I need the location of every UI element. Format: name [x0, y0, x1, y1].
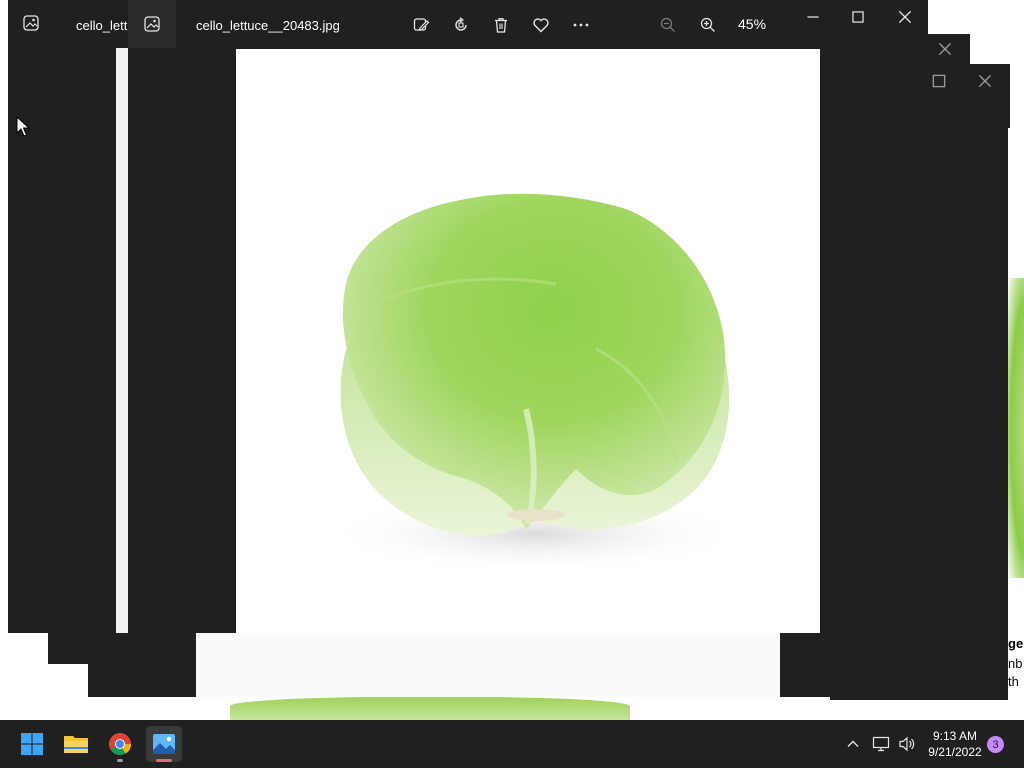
background-window-3 [88, 630, 888, 697]
heart-icon [533, 18, 549, 33]
clock-date: 9/21/2022 [928, 745, 982, 759]
file-explorer-button[interactable] [58, 726, 94, 762]
background-window-2-close-icon[interactable] [930, 34, 960, 64]
favorite-button[interactable] [526, 10, 556, 40]
notification-count: 3 [992, 738, 999, 751]
notification-badge[interactable]: 3 [987, 736, 1004, 753]
close-icon [898, 10, 912, 24]
mouse-cursor [16, 116, 30, 137]
clock-button[interactable]: 9:13 AM 9/21/2022 [920, 728, 990, 760]
background-maximize-icon[interactable] [924, 66, 954, 96]
back-window-title: cello_lettu [76, 18, 135, 33]
zoom-out-icon [660, 17, 675, 32]
maximize-icon [852, 11, 864, 23]
back-window-image-edge [116, 48, 128, 633]
zoom-in-button[interactable] [693, 10, 723, 40]
window-title: cello_lettuce__20483.jpg [196, 18, 340, 33]
bottom-peek-lettuce [230, 697, 630, 720]
chevron-up-icon [847, 740, 859, 747]
clock-time: 9:13 AM [932, 729, 978, 743]
rotate-icon [455, 17, 467, 31]
photos-app-icon [144, 16, 160, 32]
photos-active-indicator [156, 759, 172, 762]
edit-image-icon [413, 18, 430, 31]
back-window-app-icon [22, 14, 40, 37]
delete-button[interactable] [486, 10, 516, 40]
photos-icon [153, 734, 175, 754]
photos-window: cello_lettuce__20483.jpg 45% [128, 0, 928, 633]
volume-button[interactable] [894, 736, 920, 752]
app-icon-button[interactable] [128, 0, 176, 48]
background-window-3-image [196, 630, 780, 697]
windows-logo-icon [21, 733, 43, 755]
zoom-out-button[interactable] [653, 10, 683, 40]
zoom-in-icon [700, 17, 715, 32]
chrome-icon [109, 733, 131, 755]
zoom-level[interactable]: 45% [738, 16, 766, 32]
right-peek-text-2: nb [1008, 656, 1023, 671]
photo-canvas[interactable] [236, 49, 820, 633]
lettuce-stem [506, 509, 566, 521]
folder-icon [64, 736, 88, 753]
more-icon [573, 23, 589, 27]
background-close-icon[interactable] [970, 66, 1000, 96]
right-peek-lettuce [1008, 278, 1024, 578]
edit-image-button[interactable] [406, 10, 436, 40]
system-tray [842, 720, 920, 768]
minimize-button[interactable] [798, 2, 828, 32]
photos-taskbar-button[interactable] [146, 726, 182, 762]
show-hidden-icons-button[interactable] [842, 737, 864, 751]
network-icon [872, 736, 890, 752]
lettuce-photo [326, 193, 746, 574]
rotate-button[interactable] [446, 10, 476, 40]
volume-icon [899, 736, 915, 752]
maximize-button[interactable] [843, 2, 873, 32]
right-peek-window: ge nb th [1008, 128, 1024, 720]
more-button[interactable] [566, 10, 596, 40]
chrome-running-indicator [117, 759, 123, 762]
taskbar: 9:13 AM 9/21/2022 3 [0, 720, 1024, 768]
minimize-icon [807, 16, 819, 18]
chrome-button[interactable] [102, 726, 138, 762]
delete-icon [495, 18, 507, 33]
right-peek-text-3: th [1008, 674, 1019, 689]
network-button[interactable] [868, 736, 894, 752]
close-button[interactable] [890, 2, 920, 32]
right-peek-text-1: ge [1008, 636, 1024, 651]
start-button[interactable] [14, 726, 50, 762]
